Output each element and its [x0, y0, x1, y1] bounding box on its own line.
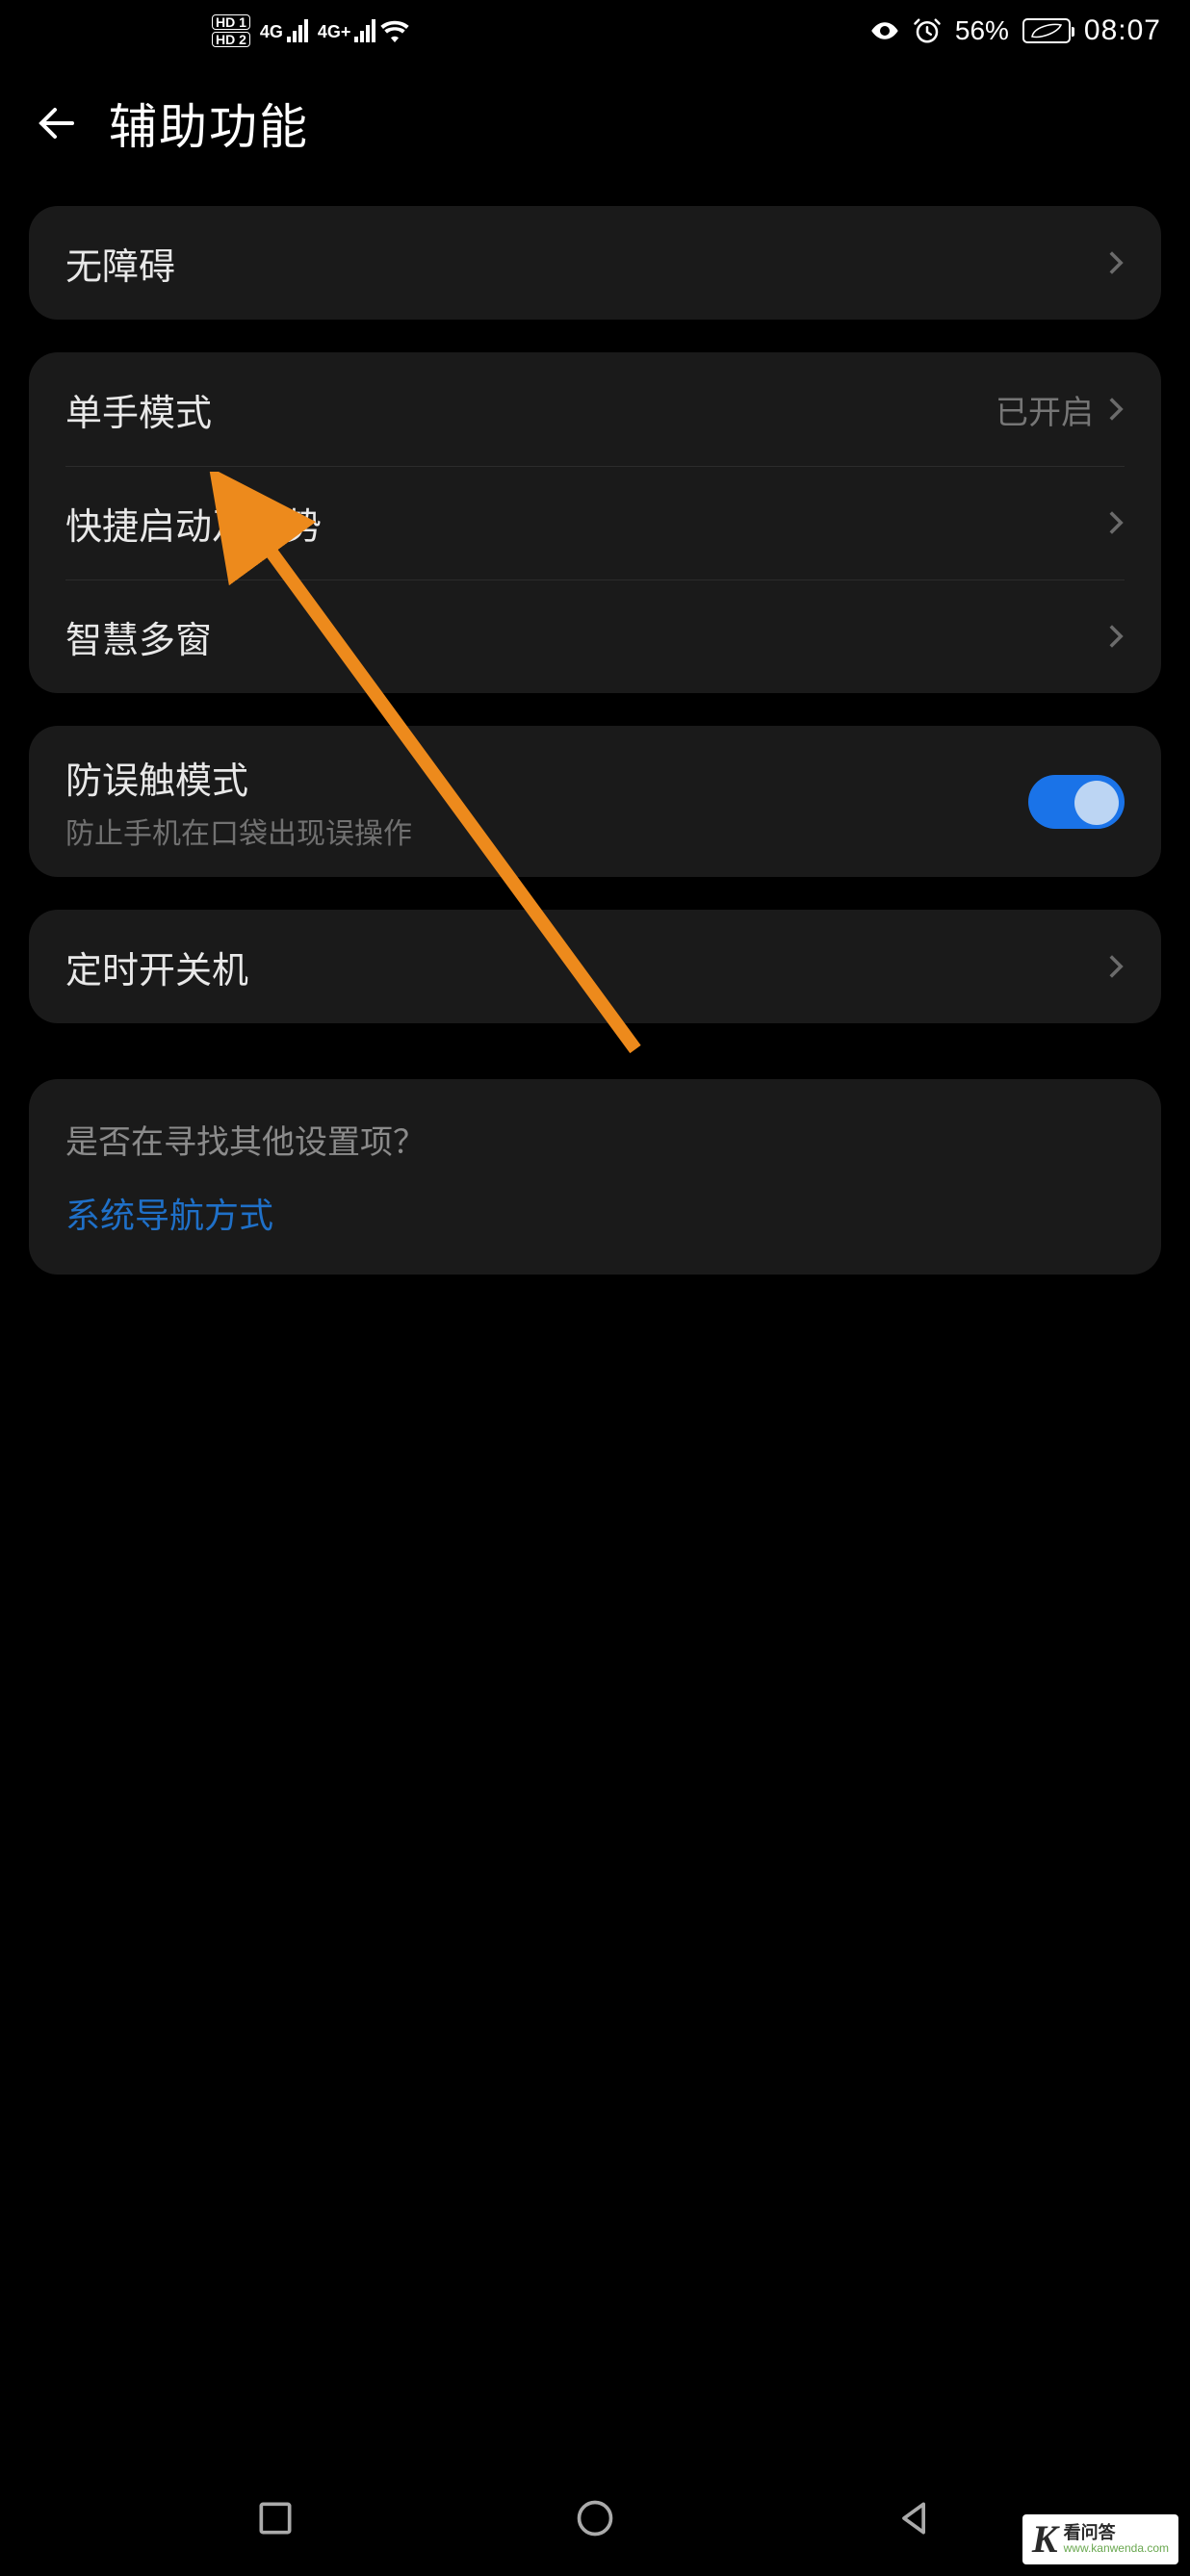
status-left-group: HD 1 HD 2 4G 4G+	[212, 14, 410, 47]
item-label: 智慧多窗	[65, 610, 212, 663]
hd1-badge: HD 1	[212, 14, 250, 30]
signal-bars-2-icon	[354, 19, 375, 42]
back-arrow-icon[interactable]	[34, 100, 80, 146]
battery-icon	[1022, 18, 1071, 43]
sim1-signal: 4G	[260, 19, 308, 42]
wifi-icon	[379, 19, 410, 42]
nav-back-icon[interactable]	[893, 2497, 936, 2539]
chevron-right-icon	[1107, 623, 1125, 650]
watermark: K 看问答 www.kanwenda.com	[1022, 2514, 1178, 2564]
settings-content: 无障碍 单手模式 已开启 快捷启动及手势 智慧多窗 防误触模式 防止手机在口袋出…	[0, 187, 1190, 1275]
chevron-right-icon	[1107, 509, 1125, 536]
looking-question: 是否在寻找其他设置项？	[65, 1116, 1125, 1163]
item-value: 已开启	[996, 386, 1094, 433]
signal-bars-1-icon	[287, 19, 308, 42]
card-modes: 单手模式 已开启 快捷启动及手势 智慧多窗	[29, 352, 1161, 693]
pocket-mode-toggle[interactable]	[1028, 775, 1125, 829]
item-label: 无障碍	[65, 237, 175, 290]
page-title: 辅助功能	[109, 89, 309, 158]
nav-home-icon[interactable]	[574, 2497, 616, 2539]
clock-time: 08:07	[1084, 14, 1161, 47]
item-right: 已开启	[996, 386, 1125, 433]
item-accessibility[interactable]: 无障碍	[29, 206, 1161, 320]
card-scheduled-power: 定时开关机	[29, 910, 1161, 1023]
battery-percent: 56%	[955, 15, 1009, 46]
header: 辅助功能	[0, 62, 1190, 187]
hd2-badge: HD 2	[212, 32, 250, 47]
nav-recent-icon[interactable]	[254, 2497, 297, 2539]
battery-leaf-icon	[1028, 23, 1065, 39]
item-smart-multiwindow[interactable]: 智慧多窗	[29, 580, 1161, 693]
sim2-net-label: 4G+	[318, 22, 351, 42]
item-text: 防误触模式 防止手机在口袋出现误操作	[65, 751, 412, 852]
item-label: 定时开关机	[65, 940, 248, 993]
item-pocket-mode[interactable]: 防误触模式 防止手机在口袋出现误操作	[29, 726, 1161, 877]
item-label: 快捷启动及手势	[65, 497, 322, 550]
item-label: 防误触模式	[65, 751, 412, 804]
card-pocket-mode: 防误触模式 防止手机在口袋出现误操作	[29, 726, 1161, 877]
status-bar: HD 1 HD 2 4G 4G+ 56% 08:07	[0, 0, 1190, 62]
item-label: 单手模式	[65, 383, 212, 436]
watermark-url: www.kanwenda.com	[1064, 2542, 1169, 2555]
item-scheduled-power[interactable]: 定时开关机	[29, 910, 1161, 1023]
alarm-icon	[913, 16, 942, 45]
sim1-net-label: 4G	[260, 22, 283, 42]
item-onehand-mode[interactable]: 单手模式 已开启	[29, 352, 1161, 466]
visibility-icon	[870, 16, 899, 45]
item-sub: 防止手机在口袋出现误操作	[65, 810, 412, 852]
chevron-right-icon	[1107, 953, 1125, 980]
sim2-signal: 4G+	[318, 19, 376, 42]
card-looking-for: 是否在寻找其他设置项？ 系统导航方式	[29, 1079, 1161, 1275]
chevron-right-icon	[1107, 396, 1125, 423]
card-accessibility: 无障碍	[29, 206, 1161, 320]
watermark-cn: 看问答	[1064, 2524, 1169, 2543]
watermark-logo: K	[1032, 2520, 1058, 2559]
system-navigation-link[interactable]: 系统导航方式	[65, 1188, 1125, 1238]
chevron-right-icon	[1107, 249, 1125, 276]
system-navbar	[0, 2460, 1190, 2576]
hd-badge-group: HD 1 HD 2	[212, 14, 250, 47]
item-gesture-shortcuts[interactable]: 快捷启动及手势	[29, 466, 1161, 580]
